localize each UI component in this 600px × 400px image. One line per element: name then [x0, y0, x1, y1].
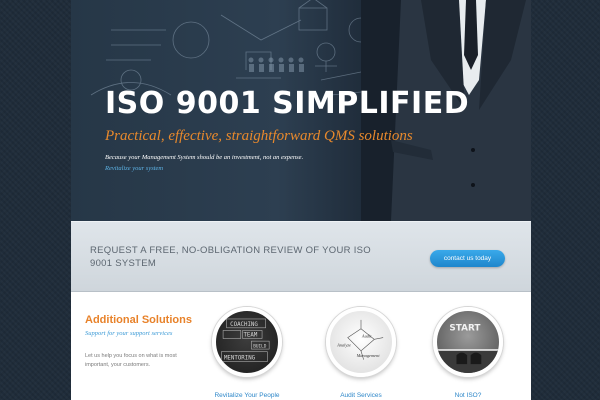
solutions-tagline: Support for your support services — [85, 330, 173, 337]
start-line-image[interactable]: START — [433, 307, 503, 377]
hero-note: Because your Management System should be… — [105, 154, 304, 161]
hero-subtitle: Practical, effective, straightforward QM… — [105, 128, 413, 144]
revitalize-system-link[interactable]: Revitalize your system — [105, 165, 163, 172]
not-iso-link[interactable]: Not ISO? — [413, 392, 523, 399]
image-word-analyze: Analyze — [336, 342, 351, 347]
image-word-audit: Audit — [361, 334, 372, 339]
image-word-team: TEAM — [243, 333, 257, 339]
solutions-description: Let us help you focus on what is most im… — [85, 353, 177, 368]
hero-title: ISO 9001 SIMPLIFIED — [105, 86, 470, 121]
image-word-coaching: COACHING — [230, 322, 258, 328]
image-word-management: Management — [356, 353, 381, 358]
audit-services-link[interactable]: Audit Services — [306, 392, 416, 399]
cta-band: REQUEST A FREE, NO-OBLIGATION REVIEW OF … — [71, 221, 531, 292]
solutions-section: Additional Solutions Support for your su… — [71, 292, 531, 400]
hero-banner: ISO 9001 SIMPLIFIED Practical, effective… — [71, 0, 531, 221]
cta-text: REQUEST A FREE, NO-OBLIGATION REVIEW OF … — [90, 245, 371, 269]
coaching-words-image[interactable]: COACHING TEAM BUILD MENTORING — [212, 307, 282, 377]
revitalize-people-link[interactable]: Revitalize Your People — [192, 392, 302, 399]
audit-sketch-image[interactable]: Analyze Audit Management — [326, 307, 396, 377]
image-word-build: BUILD — [253, 343, 267, 349]
image-word-start: START — [449, 323, 480, 333]
image-word-mentoring: MENTORING — [224, 356, 256, 362]
solutions-heading: Additional Solutions — [85, 314, 192, 326]
page: ISO 9001 SIMPLIFIED Practical, effective… — [71, 0, 531, 400]
contact-us-button[interactable]: contact us today — [430, 250, 505, 267]
